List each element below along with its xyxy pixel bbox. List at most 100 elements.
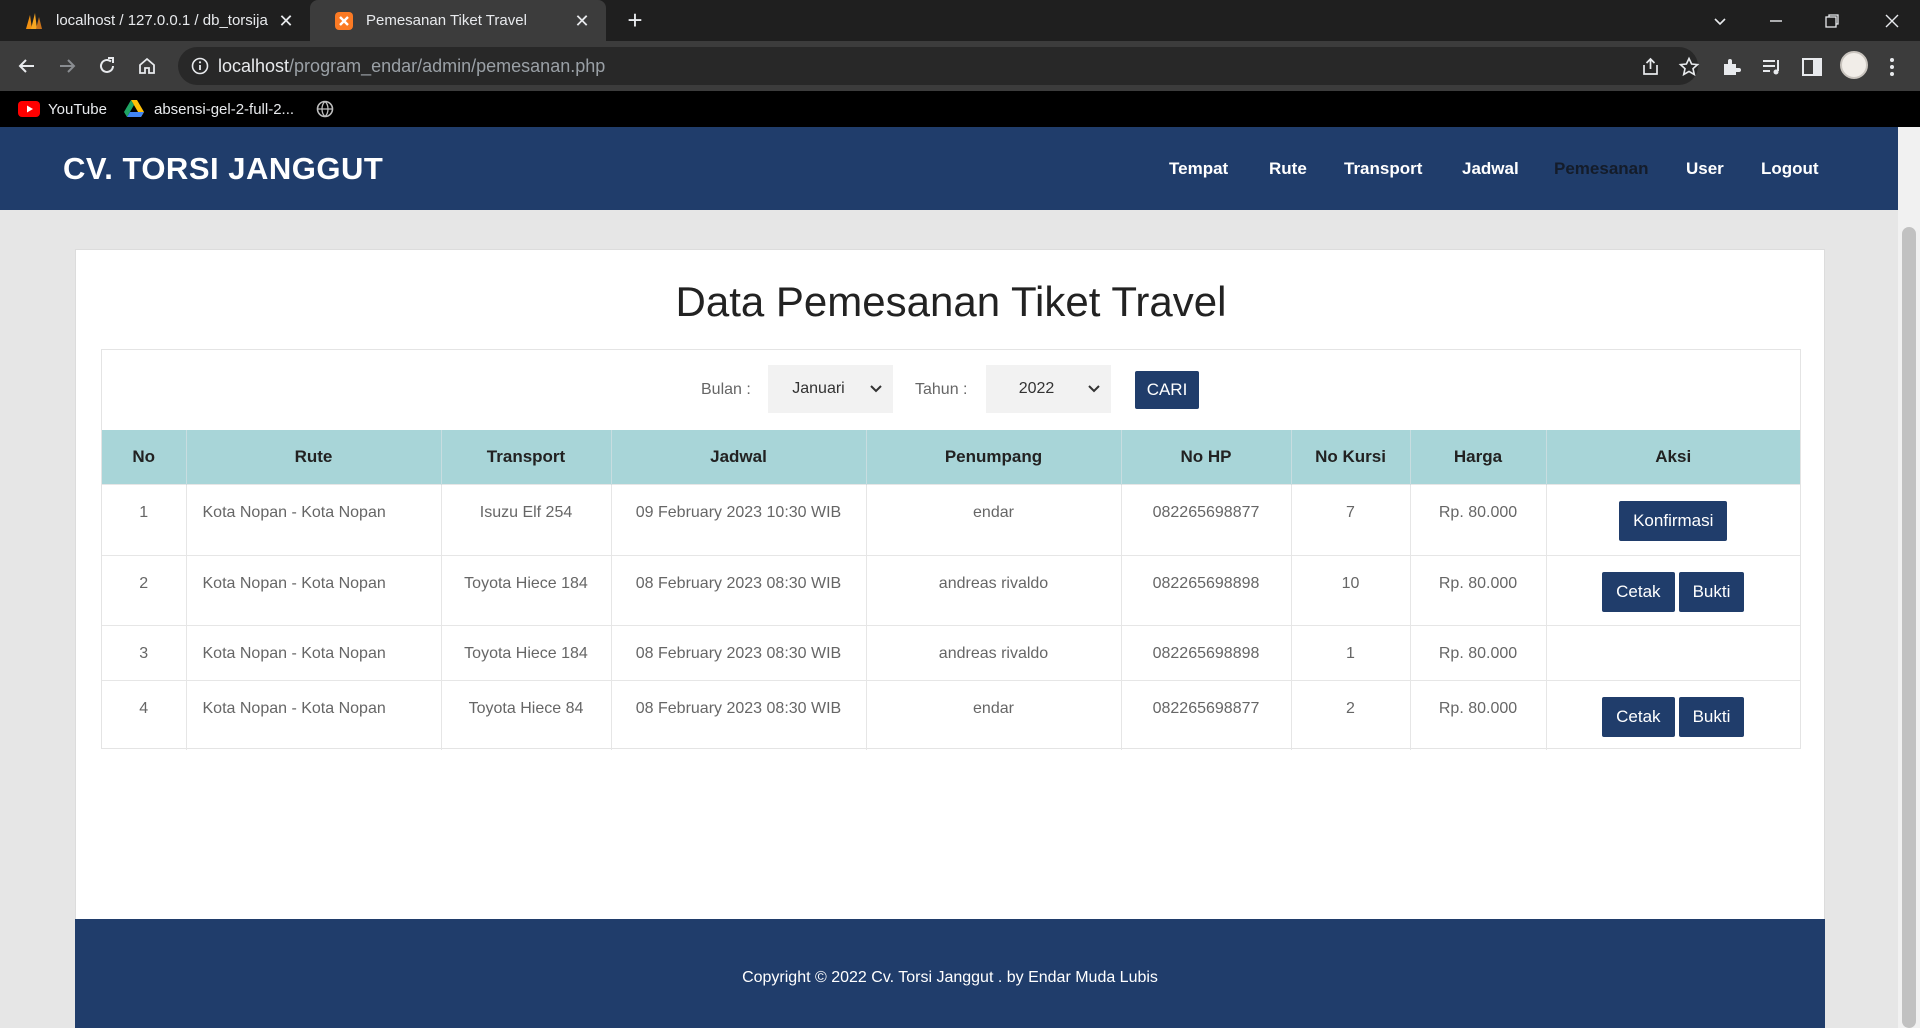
google-drive-icon [124,100,144,117]
share-icon[interactable] [1640,56,1662,78]
chevron-down-icon [1088,385,1100,393]
orders-table: No Rute Transport Jadwal Penumpang No HP… [102,430,1800,750]
bulan-select[interactable]: Januari [768,365,893,413]
col-header-no-hp: No HP [1121,430,1292,484]
bulan-label: Bulan : [701,381,751,398]
cell-no-hp: 082265698877 [1121,679,1292,750]
site-info-icon[interactable] [190,56,210,76]
tahun-select[interactable]: 2022 [986,365,1111,413]
cell-aksi: Cetak Bukti [1546,679,1800,750]
side-panel-icon[interactable] [1800,55,1824,79]
tab-search-icon[interactable] [1692,0,1748,41]
site-footer: Copyright © 2022 Cv. Torsi Janggut . by … [75,919,1825,1028]
cell-aksi: Cetak Bukti [1546,554,1800,625]
table-row: 1 Kota Nopan - Kota Nopan Isuzu Elf 254 … [102,483,1800,555]
scrollbar-thumb[interactable] [1902,227,1916,1028]
back-icon[interactable] [11,50,43,82]
bookmark-star-icon[interactable] [1678,56,1700,78]
tab-phpmyadmin[interactable]: localhost / 127.0.0.1 / db_torsijanggut … [0,0,310,41]
extensions-icon[interactable] [1720,55,1744,79]
table-row: 2 Kota Nopan - Kota Nopan Toyota Hiece 1… [102,554,1800,625]
chevron-down-icon [870,385,882,393]
nav-user[interactable]: User [1686,127,1724,210]
cell-no-hp: 082265698898 [1121,554,1292,625]
youtube-icon [18,101,40,117]
cell-harga: Rp. 80.000 [1410,679,1547,750]
cetak-button[interactable]: Cetak [1602,696,1675,737]
bookmark-absensi[interactable]: absensi-gel-2-full-2... [124,91,294,127]
cell-jadwal: 08 February 2023 08:30 WIB [611,624,867,680]
forward-icon[interactable] [51,50,83,82]
cell-transport: Toyota Hiece 184 [441,554,612,625]
nav-jadwal[interactable]: Jadwal [1462,127,1519,210]
close-tab-icon[interactable]: ✕ [572,11,592,31]
nav-pemesanan[interactable]: Pemesanan [1554,127,1649,210]
cell-rute: Kota Nopan - Kota Nopan [186,554,442,625]
cell-penumpang: endar [866,679,1122,750]
minimize-icon[interactable] [1748,0,1804,41]
page-title: Data Pemesanan Tiket Travel [675,278,1227,325]
url-text: localhost/program_endar/admin/pemesanan.… [218,56,606,76]
cell-rute: Kota Nopan - Kota Nopan [186,679,442,750]
profile-avatar[interactable] [1840,51,1868,79]
cell-aksi: Konfirmasi [1546,483,1800,555]
nav-transport[interactable]: Transport [1344,127,1422,210]
cell-penumpang: andreas rivaldo [866,554,1122,625]
browser-tabstrip: localhost / 127.0.0.1 / db_torsijanggut … [0,0,1920,41]
cell-jadwal: 09 February 2023 10:30 WIB [611,483,867,555]
cell-no-hp: 082265698898 [1121,624,1292,680]
cari-button[interactable]: CARI [1135,371,1199,409]
new-tab-icon[interactable]: + [622,7,648,34]
cell-harga: Rp. 80.000 [1410,483,1547,555]
bookmark-label: YouTube [48,100,107,118]
close-window-icon[interactable] [1864,0,1920,41]
orders-panel: Bulan : Januari Tahun : 2022 CARI No Rut… [101,349,1801,750]
col-header-no: No [102,430,187,484]
bukti-button[interactable]: Bukti [1678,696,1745,737]
brand-logo[interactable]: CV. TORSI JANGGUT [63,127,383,210]
bulan-value: Januari [792,380,845,397]
cell-rute: Kota Nopan - Kota Nopan [186,624,442,680]
address-bar[interactable]: localhost/program_endar/admin/pemesanan.… [178,47,1700,85]
restore-icon[interactable] [1804,0,1860,41]
cell-harga: Rp. 80.000 [1410,624,1547,680]
table-row: 3 Kota Nopan - Kota Nopan Toyota Hiece 1… [102,624,1800,680]
table-header-row: No Rute Transport Jadwal Penumpang No HP… [102,430,1800,484]
nav-tempat[interactable]: Tempat [1169,127,1228,210]
cell-no: 1 [102,483,187,555]
page-scrollbar[interactable] [1898,127,1920,1028]
cell-no-kursi: 1 [1291,624,1411,680]
cell-no-hp: 082265698877 [1121,483,1292,555]
tahun-label: Tahun : [915,381,968,398]
nav-logout[interactable]: Logout [1761,127,1819,210]
globe-icon [316,100,334,118]
phpmyadmin-icon [26,12,42,29]
content-card: Data Pemesanan Tiket Travel Bulan : Janu… [75,249,1825,1028]
cetak-button[interactable]: Cetak [1602,571,1675,612]
bookmark-youtube[interactable]: YouTube [18,91,107,127]
browser-menu-icon[interactable] [1880,55,1904,79]
table-row: 4 Kota Nopan - Kota Nopan Toyota Hiece 8… [102,679,1800,750]
cell-transport: Isuzu Elf 254 [441,483,612,555]
cell-jadwal: 08 February 2023 08:30 WIB [611,554,867,625]
cell-transport: Toyota Hiece 84 [441,679,612,750]
tab-pemesanan[interactable]: Pemesanan Tiket Travel ✕ [310,0,606,41]
media-control-icon[interactable] [1760,55,1784,79]
nav-rute[interactable]: Rute [1269,127,1307,210]
close-tab-icon[interactable]: ✕ [276,11,296,31]
home-icon[interactable] [131,50,163,82]
bukti-button[interactable]: Bukti [1678,571,1745,612]
filter-bar: Bulan : Januari Tahun : 2022 CARI [102,350,1800,430]
col-header-transport: Transport [441,430,612,484]
tahun-value: 2022 [1018,380,1055,397]
col-header-rute: Rute [186,430,442,484]
reload-icon[interactable] [91,50,123,82]
browser-toolbar: localhost/program_endar/admin/pemesanan.… [0,41,1920,91]
xampp-icon [335,11,353,30]
col-header-jadwal: Jadwal [611,430,867,484]
cell-no: 2 [102,554,187,625]
konfirmasi-button[interactable]: Konfirmasi [1619,500,1728,541]
copyright-text: Copyright © 2022 Cv. Torsi Janggut . by … [742,969,1158,986]
bookmarks-bar: YouTube absensi-gel-2-full-2... [0,91,1920,127]
bookmark-globe[interactable] [316,91,334,127]
